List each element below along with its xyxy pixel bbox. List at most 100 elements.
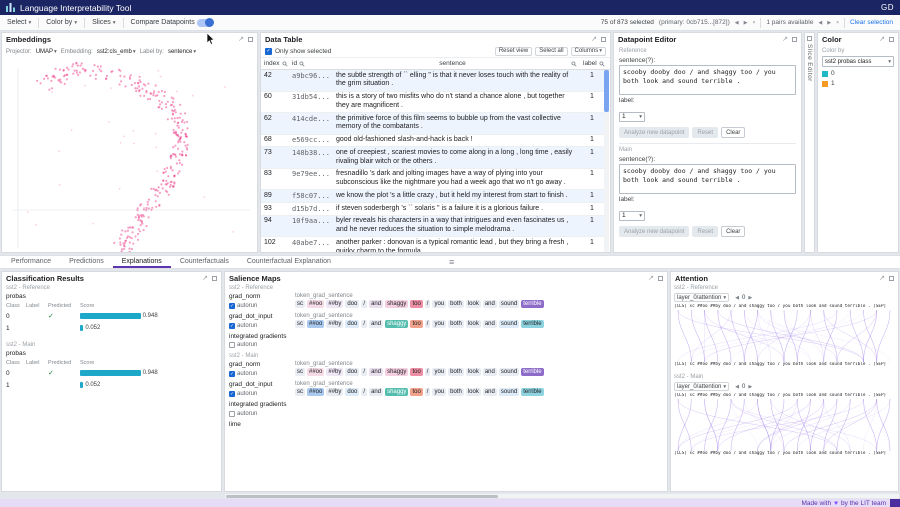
cell-index: 73 [261,147,289,168]
app-title: Language Interpretability Tool [20,3,131,13]
tab-counterfactual-explanation[interactable]: Counterfactual Explanation [238,256,340,268]
maximize-icon[interactable] [212,276,217,281]
user-avatar[interactable]: GD [881,3,894,12]
maximize-icon[interactable] [248,37,253,42]
unselect-icon[interactable]: × [752,20,755,26]
clear-selection-link[interactable]: Clear selection [850,19,893,26]
table-row[interactable]: 89f58c07...we know the plot 's a little … [261,190,604,203]
main-toolbar: Select▾ Color by▾ Slices▾ Compare Datapo… [0,15,900,31]
next-pair-icon[interactable]: ▶ [827,20,831,26]
cell-label: 1 [580,190,604,202]
table-row[interactable]: 6031db54...this is a story of two misfit… [261,92,604,114]
autorun-checkbox[interactable] [229,342,235,348]
select-all-button[interactable]: Select all [535,47,567,56]
search-icon[interactable] [299,61,305,67]
horizontal-scrollbar-thumb[interactable] [226,495,498,498]
search-icon[interactable] [599,61,605,67]
projector-select[interactable]: UMAP▾ [36,49,57,55]
maximize-icon[interactable] [658,276,663,281]
embedding-scatter[interactable] [2,58,257,253]
autorun-checkbox[interactable]: ✓ [229,303,235,309]
compare-datapoints-toggle[interactable] [197,19,213,27]
popout-icon[interactable]: ↗ [202,275,208,282]
cell-label: 1 [580,70,604,91]
table-row[interactable]: 839e79ee...fresnadillo 's dark and jolti… [261,169,604,191]
clear-button[interactable]: Clear [721,127,745,138]
drag-handle-icon[interactable]: ≡ [449,256,454,269]
search-icon[interactable] [282,61,288,67]
table-row[interactable]: 68e569cc...good old-fashioned slash-and-… [261,135,604,148]
autorun-checkbox[interactable] [229,411,235,417]
slices-menu[interactable]: Slices▾ [92,19,115,26]
sentence-textarea[interactable]: scooby dooby doo / and shaggy too / you … [619,65,796,95]
only-show-selected-checkbox[interactable]: ✓ [265,48,272,55]
table-row[interactable]: 73148b38...one of creepiest , scariest m… [261,147,604,169]
table-row[interactable]: 62414cde...the primitive force of this f… [261,113,604,135]
popout-icon[interactable]: ↗ [879,275,885,282]
columns-button[interactable]: Columns▾ [571,47,606,56]
maximize-icon[interactable] [889,37,894,42]
label-select[interactable]: 1▾ [619,112,645,122]
table-row[interactable]: 93d15b7d...if steven soderbergh 's `` so… [261,203,604,216]
reset-view-button[interactable]: Reset view [495,47,532,56]
search-icon[interactable] [571,61,577,67]
reset-button[interactable]: Reset [692,226,718,237]
prev-head-icon[interactable]: ◀ [735,295,739,301]
token-chip: both [448,368,464,376]
clear-button[interactable]: Clear [721,226,745,237]
token-chip: look [466,300,481,308]
column-header-id[interactable]: id [289,60,333,67]
vertical-scrollbar-thumb[interactable] [604,70,609,112]
tab-predictions[interactable]: Predictions [60,256,113,268]
autorun-checkbox[interactable]: ✓ [229,323,235,329]
popout-icon[interactable]: ↗ [879,36,885,43]
table-row[interactable]: 42a9bc96...the subtle strength of `` ell… [261,70,604,92]
label-select[interactable]: 1▾ [619,211,645,221]
analyze-new-datapoint-button[interactable]: Analyze new datapoint [619,226,689,237]
column-header-label[interactable]: label [580,60,604,67]
popout-icon[interactable]: ↗ [591,36,597,43]
autorun-checkbox[interactable]: ✓ [229,391,235,397]
color-by-menu-label: Color by [46,19,72,26]
embedding-projection[interactable] [2,58,257,253]
next-head-icon[interactable]: ▶ [748,384,752,390]
cell-id: 9e79ee... [289,169,333,190]
tab-explanations[interactable]: Explanations [113,256,171,268]
select-menu[interactable]: Select▾ [7,19,31,26]
popout-icon[interactable]: ↗ [782,36,788,43]
color-by-label: Color by [822,47,894,55]
autorun-checkbox[interactable]: ✓ [229,371,235,377]
analyze-new-datapoint-button[interactable]: Analyze new datapoint [619,127,689,138]
maximize-icon[interactable] [601,37,606,42]
clear-pair-icon[interactable]: × [836,20,839,26]
column-header-index[interactable]: index [261,60,289,67]
maximize-icon[interactable] [889,276,894,281]
tab-performance[interactable]: Performance [2,256,60,268]
maximize-icon[interactable] [792,37,797,42]
prev-datapoint-icon[interactable]: ◀ [735,20,739,26]
expand-icon[interactable] [807,36,812,41]
tab-counterfactuals[interactable]: Counterfactuals [171,256,238,268]
sentence-textarea[interactable]: scooby dooby doo / and shaggy too / you … [619,164,796,194]
next-datapoint-icon[interactable]: ▶ [744,20,748,26]
reset-button[interactable]: Reset [692,127,718,138]
layer-select[interactable]: layer_0/attention▾ [674,293,729,302]
embedding-select[interactable]: sst2:cls_emb▾ [97,49,136,55]
table-row[interactable]: 9410f9aa...byler reveals his characters … [261,216,604,238]
token-chip: ##by [326,388,343,396]
prev-head-icon[interactable]: ◀ [735,384,739,390]
pairs-status: 1 pairs available [766,19,813,26]
column-header-sentence[interactable]: sentence [333,60,580,67]
popout-icon[interactable]: ↗ [648,275,654,282]
next-head-icon[interactable]: ▶ [748,295,752,301]
color-by-select[interactable]: sst2 probas class▾ [822,56,894,67]
layer-select[interactable]: layer_0/attention▾ [674,382,729,391]
color-by-menu[interactable]: Color by▾ [46,19,77,26]
table-row[interactable]: 10240abe7...another parker : donovan is … [261,237,604,253]
cell-id: 10f9aa... [289,216,333,237]
label-by-select[interactable]: sentence▾ [168,49,196,55]
slice-editor-collapsed[interactable]: Slice Editor [804,32,815,253]
vertical-scrollbar[interactable] [604,70,609,253]
popout-icon[interactable]: ↗ [238,36,244,43]
prev-pair-icon[interactable]: ◀ [818,20,822,26]
